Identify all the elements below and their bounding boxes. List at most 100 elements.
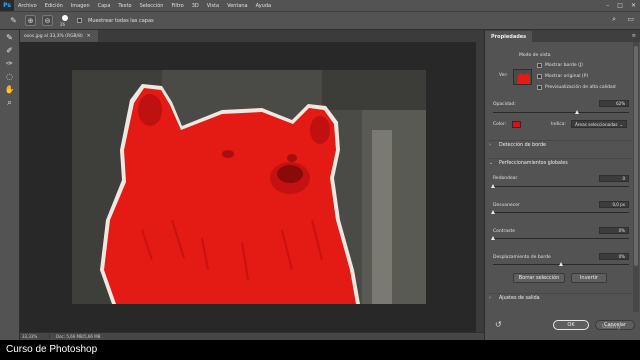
close-tab-icon[interactable]: ✕ (87, 34, 91, 39)
document-size: Doc: 5,66 MB/5,66 MB (56, 334, 101, 339)
minimize-icon[interactable]: – (606, 2, 609, 9)
tab-properties[interactable]: Propiedades (485, 31, 533, 42)
edge-detection-label: Detección de borde (499, 142, 546, 148)
contrast-slider-track[interactable] (493, 238, 629, 239)
search-icon[interactable]: ⌕ (612, 15, 616, 24)
global-refinements-section[interactable]: ⌄ Perfeccionamientos globales (489, 158, 637, 167)
menu-item-capa[interactable]: Capa (94, 3, 115, 9)
shift-edge-slider-thumb[interactable] (558, 262, 563, 266)
menu-item-ayuda[interactable]: Ayuda (252, 3, 275, 9)
brush-tool-icon[interactable]: ✎ (8, 15, 19, 26)
menu-item-texto[interactable]: Texto (114, 3, 135, 9)
contrast-input[interactable]: 0% (599, 227, 629, 234)
sample-all-layers-label: Muestrear todas las capas (88, 17, 154, 24)
tools-bar: ✎ ✐ ✑ ◌ ✋ ⌕ (0, 30, 20, 340)
smooth-slider-thumb[interactable] (491, 184, 495, 188)
properties-panel: Propiedades ≡ Modo de vista Ver: Mostrar… (484, 30, 640, 340)
udemy-watermark: Udemy (602, 324, 622, 330)
brush-size: 26 (60, 21, 66, 27)
feather-slider-thumb[interactable] (491, 210, 495, 214)
status-bar: 33,33% Doc: 5,66 MB/5,66 MB (20, 332, 484, 340)
brush-subtract-icon[interactable]: ⊖ (42, 15, 53, 26)
panel-header: Propiedades (485, 30, 640, 42)
brush-icon[interactable]: ✑ (4, 58, 16, 69)
menu-items: Archivo Edición Imagen Capa Texto Selección Fi… (14, 3, 275, 9)
hand-icon[interactable]: ✋ (4, 84, 16, 95)
shift-edge-input[interactable]: 0% (599, 253, 629, 260)
reset-icon[interactable]: ↺ (495, 320, 502, 329)
brush-preview-icon (62, 14, 68, 21)
menu-item-filtro[interactable]: Filtro (167, 3, 187, 9)
lasso-icon[interactable]: ◌ (4, 71, 16, 82)
feather-slider-track[interactable] (493, 212, 629, 213)
view-label: Ver: (499, 73, 508, 78)
vertical-scrollbar[interactable] (476, 42, 484, 332)
menu-item-imagen[interactable]: Imagen (67, 3, 94, 9)
hq-preview-checkbox[interactable] (537, 85, 542, 90)
menu-item-archivo[interactable]: Archivo (14, 3, 41, 9)
smooth-label: Redondear (493, 176, 518, 181)
options-bar: ✎ ⊕ ⊖ 26 Muestrear todas las capas (0, 11, 640, 30)
menu-item-edici-n[interactable]: Edición (41, 3, 67, 9)
document-tabs: osos.jpg al 33,3% (RGB/8) ✕ (20, 30, 484, 42)
opacity-label: Opacidad: (493, 102, 516, 107)
feather-label: Desvanecer (493, 203, 520, 208)
maximize-icon[interactable]: □ (617, 2, 623, 9)
show-original-label: Mostrar original (P) (545, 74, 589, 79)
smooth-input[interactable]: 0 (599, 175, 629, 182)
menu-item-ventana[interactable]: Ventana (223, 3, 252, 9)
edge-detection-section[interactable]: › Detección de borde (489, 140, 637, 149)
panel-menu-icon[interactable]: ≡ (632, 33, 636, 39)
course-title: Curso de Photoshop (6, 344, 98, 355)
show-edge-label: Mostrar borde (J) (545, 63, 583, 68)
window-controls: – □ ✕ (606, 0, 636, 11)
output-settings-label: Ajustes de salida (499, 295, 540, 301)
shift-edge-label: Desplazamiento de borde (493, 255, 551, 260)
indicates-label: Indica: (551, 122, 567, 127)
indicates-select-value: Áreas seleccionadas (575, 121, 618, 127)
invert-button[interactable]: Invertir (571, 273, 607, 283)
zoom-icon[interactable]: ⌕ (4, 97, 16, 108)
indicates-select[interactable]: Áreas seleccionadas ⌄ (571, 120, 627, 128)
brush-mode-icon[interactable]: ⊕ (25, 15, 36, 26)
menu-item-3d[interactable]: 3D (188, 3, 203, 9)
opacity-slider-thumb[interactable] (574, 110, 579, 114)
brush-size-picker[interactable]: 26 (59, 14, 71, 27)
output-settings-section[interactable]: › Ajustes de salida (489, 293, 637, 302)
show-edge-checkbox[interactable] (537, 63, 542, 68)
bear-photo (72, 70, 426, 304)
workspace-icon[interactable]: ▭ (627, 15, 634, 23)
ok-button[interactable]: OK (553, 320, 589, 330)
zoom-level[interactable]: 33,33% (20, 334, 50, 339)
menu-item-selecci-n[interactable]: Selección (136, 3, 168, 9)
panel-scrollbar-thumb[interactable] (634, 46, 638, 266)
contrast-slider-thumb[interactable] (491, 236, 495, 240)
panel-scrollbar[interactable] (633, 42, 639, 312)
global-refinements-label: Perfeccionamientos globales (499, 160, 568, 166)
caption-bar: Curso de Photoshop (0, 340, 640, 360)
overlay-color-swatch[interactable] (512, 121, 521, 128)
show-original-checkbox[interactable] (537, 74, 542, 79)
close-icon[interactable]: ✕ (631, 2, 636, 9)
view-mode-thumbnail[interactable] (513, 69, 532, 85)
refine-edge-brush-icon[interactable]: ✐ (4, 45, 16, 56)
hq-preview-label: Previsualización de alta calidad (545, 85, 616, 90)
sample-all-layers-checkbox[interactable] (77, 18, 82, 23)
document-tab-title: osos.jpg al 33,3% (RGB/8) (24, 33, 83, 39)
chevron-down-icon: ⌄ (489, 160, 494, 166)
quick-selection-brush-icon[interactable]: ✎ (4, 32, 16, 43)
menu-item-vista[interactable]: Vista (203, 3, 223, 9)
chevron-right-icon: › (489, 295, 491, 301)
color-label: Color: (493, 122, 507, 127)
canvas-area[interactable] (20, 42, 476, 332)
smooth-slider-track[interactable] (493, 186, 629, 187)
opacity-input[interactable]: 62% (599, 100, 629, 107)
chevron-down-icon: ⌄ (619, 121, 623, 127)
feather-input[interactable]: 0,0 px (599, 201, 629, 208)
opacity-slider-track[interactable] (493, 112, 629, 113)
clear-selection-button[interactable]: Borrar selección (513, 273, 565, 283)
menu-bar: Ps Archivo Edición Imagen Capa Texto Selecció… (0, 0, 640, 11)
photoshop-logo: Ps (0, 0, 14, 11)
document-tab[interactable]: osos.jpg al 33,3% (RGB/8) ✕ (20, 30, 98, 42)
view-mode-label: Modo de vista (519, 53, 551, 58)
